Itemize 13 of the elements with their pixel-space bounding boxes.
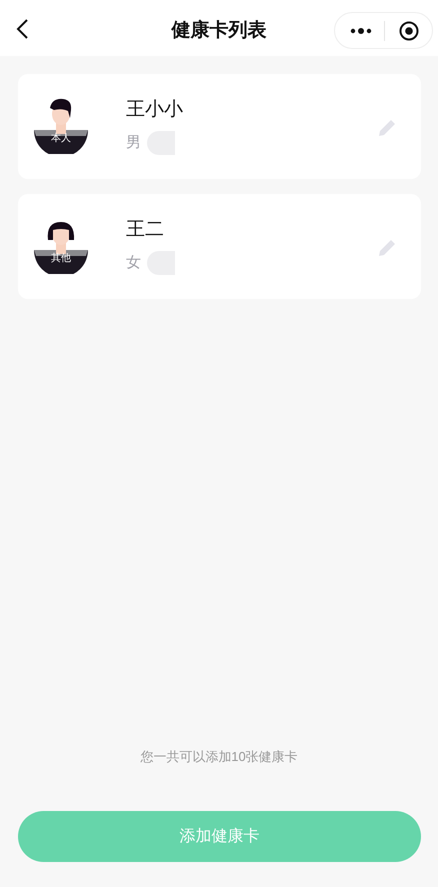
gender-text: 男 [126, 133, 141, 154]
more-icon[interactable] [350, 26, 372, 34]
health-card[interactable]: 本人 王小小 男 [18, 74, 421, 179]
person-name: 王小小 [126, 98, 183, 122]
close-icon[interactable] [399, 20, 419, 40]
health-card[interactable]: 其他 王二 女 [18, 194, 421, 299]
gender-text: 女 [126, 253, 141, 274]
back-icon[interactable] [16, 19, 30, 39]
person-name: 王二 [126, 218, 165, 242]
page-title: 健康卡列表 [172, 18, 266, 43]
relation-label: 本人 [51, 134, 71, 144]
limit-note: 您一共可以添加10张健康卡 [140, 748, 298, 766]
relation-label: 其他 [51, 254, 71, 264]
